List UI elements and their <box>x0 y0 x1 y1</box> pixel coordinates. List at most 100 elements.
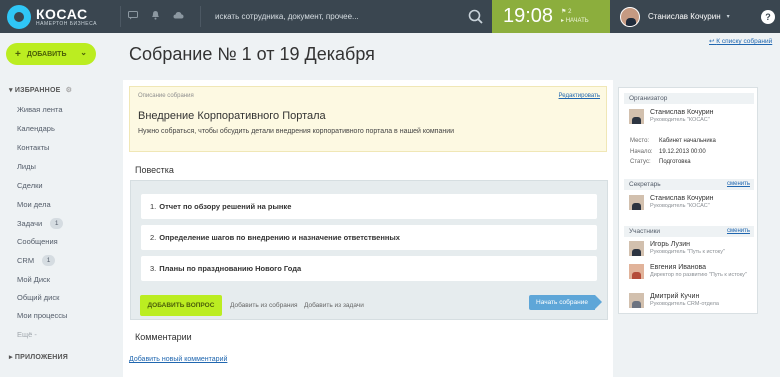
count-badge: 1 <box>50 218 64 229</box>
sidebar-item-crm[interactable]: CRM 1 <box>17 255 56 266</box>
start-workday-button[interactable]: НАЧАТЬ <box>566 18 589 24</box>
person-name: Станислав Кочурин <box>650 195 714 202</box>
notifications-icon[interactable] <box>151 10 160 23</box>
sidebar-item-messages[interactable]: Сообщения <box>17 237 58 246</box>
organizer-person[interactable]: Станислав Кочурин Руководитель "КОСАС" <box>629 109 714 124</box>
add-comment-link[interactable]: Добавить новый комментарий <box>129 356 227 363</box>
meeting-topic: Внедрение Корпоративного Портала <box>138 110 326 122</box>
person-name: Станислав Кочурин <box>650 109 714 116</box>
help-button[interactable]: ? <box>761 10 775 24</box>
agenda-item-number: 3. <box>150 264 157 273</box>
favorites-section[interactable]: ▾ ИЗБРАННОЕ ⚙ <box>9 86 72 94</box>
favorites-label: ИЗБРАННОЕ <box>14 87 61 94</box>
work-time-clock[interactable]: 19:08 ⚑ 2 ▸ НАЧАТЬ <box>492 0 610 33</box>
description-caption: Описание собрания <box>138 93 194 99</box>
sidebar-item-label: Задачи <box>17 219 43 228</box>
sidebar-item-label: Контакты <box>17 143 50 152</box>
person-role: Руководитель "КОСАС" <box>650 203 710 209</box>
back-to-list-link[interactable]: ↩ К списку собраний <box>709 37 772 45</box>
chevron-down-icon[interactable]: ⌄ <box>80 48 87 57</box>
agenda-item-number: 1. <box>150 202 157 211</box>
agenda-item-text: Отчет по обзору решений на рынке <box>159 202 292 211</box>
logo-subtitle: НАМЕРТОН БИЗНЕСА <box>36 20 97 27</box>
count-badge: 1 <box>42 255 56 266</box>
secretary-header: Секретарь сменить <box>624 179 754 190</box>
person-role: Руководитель "Путь к истоку" <box>650 249 725 255</box>
sidebar-item-my-drive[interactable]: Мой Диск <box>17 275 50 284</box>
divider <box>120 6 121 27</box>
sidebar-item-calendar[interactable]: Календарь <box>17 124 55 133</box>
place-row: Место: Кабинет начальника <box>630 137 716 146</box>
edit-link[interactable]: Редактировать <box>559 93 600 99</box>
cloud-icon[interactable] <box>173 11 184 22</box>
sidebar-more[interactable]: Ещё - <box>17 330 37 339</box>
change-secretary-link[interactable]: сменить <box>727 179 750 190</box>
search-input[interactable]: искать сотрудника, документ, прочее... <box>206 0 464 33</box>
avatar <box>629 264 644 279</box>
agenda-item-text: Планы по празднованию Нового Года <box>159 264 302 273</box>
sidebar-item-label: Живая лента <box>17 105 63 114</box>
play-icon: ▸ <box>561 18 565 24</box>
participant-item[interactable]: Евгения Иванова Директор по развитию "Пу… <box>629 264 747 279</box>
sidebar-item-feed[interactable]: Живая лента <box>17 105 63 114</box>
add-button[interactable]: + ДОБАВИТЬ ⌄ <box>6 43 96 65</box>
user-name: Станислав Кочурин <box>648 12 721 21</box>
sidebar-item-deals[interactable]: Сделки <box>17 181 43 190</box>
secretary-label: Секретарь <box>629 181 661 188</box>
avatar <box>620 6 640 27</box>
place-value: Кабинет начальника <box>659 138 716 144</box>
avatar <box>629 293 644 308</box>
sidebar-item-label: Мой Диск <box>17 275 51 284</box>
participants-label: Участники <box>629 228 661 235</box>
sidebar-item-label: Календарь <box>17 124 55 133</box>
participant-item[interactable]: Дмитрий Кучин Руководитель CRM-отдела <box>629 293 719 308</box>
sidebar-item-leads[interactable]: Лиды <box>17 162 36 171</box>
messages-icon[interactable] <box>128 10 138 23</box>
start-row: Начало: 19.12.2013 00:00 <box>630 148 706 157</box>
sidebar-item-label: Сделки <box>17 181 43 190</box>
agenda-item[interactable]: 1. Отчет по обзору решений на рынке <box>141 194 597 219</box>
sidebar-item-contacts[interactable]: Контакты <box>17 143 49 152</box>
add-from-meeting-link[interactable]: Добавить из собрания <box>230 302 298 309</box>
apps-label: ПРИЛОЖЕНИЯ <box>14 354 68 361</box>
secretary-person[interactable]: Станислав Кочурин Руководитель "КОСАС" <box>629 195 714 210</box>
sidebar-item-my-processes[interactable]: Мои процессы <box>17 311 67 320</box>
add-from-task-link[interactable]: Добавить из задачи <box>304 302 364 309</box>
sidebar-item-tasks[interactable]: Задачи 1 <box>17 218 64 229</box>
avatar <box>629 195 644 210</box>
add-question-button[interactable]: ДОБАВИТЬ ВОПРОС <box>140 295 222 316</box>
person-role: Руководитель CRM-отдела <box>650 301 719 307</box>
gear-icon[interactable]: ⚙ <box>66 87 72 94</box>
top-bar: КОСАС НАМЕРТОН БИЗНЕСА искать сотрудника… <box>0 0 780 33</box>
sidebar-item-shared-drive[interactable]: Общий диск <box>17 293 59 302</box>
person-role: Руководитель "КОСАС" <box>650 117 710 123</box>
organizer-header: Организатор <box>624 93 754 104</box>
start-meeting-button[interactable]: Начать собрание <box>529 295 602 310</box>
organizer-label: Организатор <box>629 95 668 102</box>
meeting-card: Описание собрания Редактировать Внедрени… <box>123 80 613 377</box>
status-value: Подготовка <box>659 159 691 165</box>
logo[interactable]: КОСАС НАМЕРТОН БИЗНЕСА <box>7 5 97 29</box>
comments-heading: Комментарии <box>135 332 192 342</box>
person-role: Директор по развитию "Путь к истоку" <box>650 272 747 278</box>
avatar <box>629 109 644 124</box>
apps-section[interactable]: ▸ ПРИЛОЖЕНИЯ <box>9 353 68 361</box>
agenda-list: 1. Отчет по обзору решений на рынке 2. Опр… <box>130 180 608 320</box>
agenda-heading: Повестка <box>135 165 174 175</box>
agenda-item-number: 2. <box>150 233 157 242</box>
sidebar-item-label: Лиды <box>17 162 36 171</box>
participant-item[interactable]: Игорь Лузин Руководитель "Путь к истоку" <box>629 241 725 256</box>
participants-header: Участники сменить <box>624 226 754 237</box>
user-menu[interactable]: Станислав Кочурин ▾ <box>620 0 730 33</box>
status-row: Статус: Подготовка <box>630 158 691 167</box>
sidebar-item-my-activities[interactable]: Мои дела <box>17 200 51 209</box>
sidebar-item-label: Общий диск <box>17 293 60 302</box>
search-icon[interactable] <box>466 7 486 27</box>
divider <box>200 6 201 27</box>
start-value: 19.12.2013 00:00 <box>659 149 706 155</box>
change-participants-link[interactable]: сменить <box>727 226 750 237</box>
agenda-item-text: Определение шагов по внедрению и назначе… <box>159 233 400 242</box>
logo-name: КОСАС <box>36 5 88 22</box>
agenda-item[interactable]: 3. Планы по празднованию Нового Года <box>141 256 597 281</box>
agenda-item[interactable]: 2. Определение шагов по внедрению и назна… <box>141 225 597 250</box>
